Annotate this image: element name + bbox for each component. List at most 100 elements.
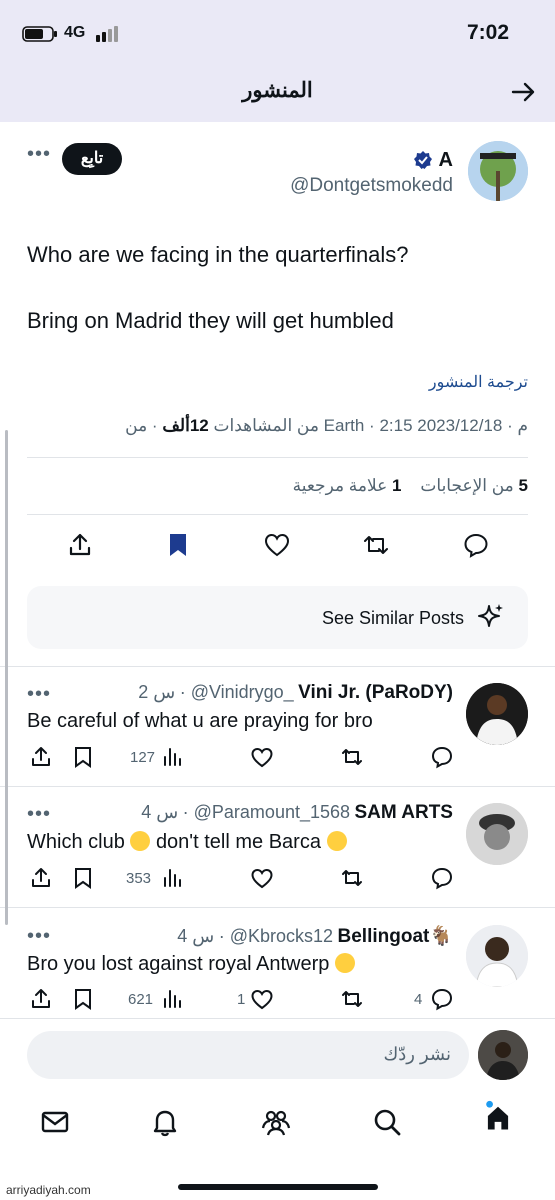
reply-more-icon[interactable]: ••• [27,925,51,948]
current-user-avatar[interactable] [478,1030,528,1080]
reply-text-body: Bro you lost against royal Antwerp [27,953,330,975]
repost-icon[interactable] [340,745,364,769]
divider [0,786,555,787]
follow-button[interactable]: تابِع [62,143,122,175]
bookmarks-label[interactable]: علامة مرجعية [293,476,388,495]
sparkle-icon [478,604,503,627]
reply-icon[interactable] [462,531,490,559]
search-icon[interactable] [371,1106,403,1138]
divider [27,514,528,515]
likes-count[interactable]: 5 [519,476,528,495]
clock: 7:02 [466,21,509,44]
reply-avatar[interactable] [466,925,528,987]
post-text-line-1: Who are we facing in the quarterfinals? [27,242,409,267]
like-icon[interactable] [250,745,274,769]
reply-header: 2 س · @Vinidrygo_ Vini Jr. (PaRoDY) [138,682,453,703]
divider [0,666,555,667]
crying-emoji-icon [326,831,347,851]
share-icon[interactable] [66,531,94,559]
divider [0,907,555,908]
translate-post-link[interactable]: ترجمة المنشور [429,372,528,392]
reply-time: 4 س [141,802,179,822]
communities-icon[interactable] [260,1106,292,1138]
post-date: 2023/12/18 [417,416,503,435]
post-meta: من المشاهدات 12ألف · من Earth · 2:15 م ·… [125,416,528,435]
scrollbar[interactable] [5,430,8,925]
like-icon[interactable] [263,531,291,559]
composer-placeholder: نشر ردّك [383,1044,451,1064]
reply-author-name[interactable]: Vini Jr. (PaRoDY) [298,682,453,703]
network-label: 4G [64,24,86,41]
post-stats: 5 من الإعجابات 1 علامة مرجعية [293,476,528,496]
back-arrow-icon[interactable] [509,78,537,106]
author-avatar[interactable] [468,141,528,201]
reply-text: Which club don't tell me Barca [27,831,347,854]
views-icon[interactable] [160,745,184,769]
views-count: 12ألف [162,416,209,435]
see-similar-posts-button[interactable]: See Similar Posts [27,586,528,649]
like-icon[interactable] [250,987,274,1011]
reply-avatar[interactable] [466,683,528,745]
reply-more-icon[interactable]: ••• [27,683,51,706]
views-label: من المشاهدات [213,416,319,435]
views-count: 621 [128,991,154,1008]
crying-emoji-icon [130,831,151,851]
author-name[interactable]: A [439,149,453,172]
reply-icon[interactable] [430,745,454,769]
likes-label[interactable]: من الإعجابات [420,476,513,495]
post-text-line-2: Bring on Madrid they will get humbled [27,308,394,333]
bookmark-icon[interactable] [164,531,192,559]
reply-time: 2 س [138,682,176,702]
views-icon[interactable] [160,987,184,1011]
like-icon[interactable] [250,866,274,890]
notifications-icon[interactable] [149,1106,181,1138]
crying-emoji-icon [334,953,355,973]
page-title: المنشور [242,79,313,102]
author-handle[interactable]: @Dontgetsmokedd [290,175,453,197]
battery-icon [22,26,57,42]
repost-icon[interactable] [362,531,390,559]
verified-badge-icon [413,151,432,169]
reply-author-name[interactable]: Bellingoat🐐 [338,926,454,947]
reply-handle[interactable]: @Vinidrygo_ [191,682,294,702]
reply-composer[interactable]: نشر ردّك [27,1031,469,1079]
reply-text-part-1: Which club [27,831,125,853]
repost-icon[interactable] [340,987,364,1011]
reply-icon[interactable] [430,866,454,890]
signal-icon [96,26,118,42]
repost-icon[interactable] [340,866,364,890]
reply-handle[interactable]: @Paramount_1568 [194,802,350,822]
views-icon[interactable] [160,866,184,890]
reply-time: 4 س [177,926,215,946]
more-options-icon[interactable]: ••• [27,143,51,166]
replies-count: 4 [414,991,423,1008]
divider [27,457,528,458]
reply-text-part-2: don't tell me Barca [155,831,321,853]
share-icon[interactable] [29,745,53,769]
reply-more-icon[interactable]: ••• [27,803,51,826]
messages-icon[interactable] [39,1106,71,1138]
reply-avatar[interactable] [466,803,528,865]
likes-count: 1 [237,991,246,1008]
reply-text: Bro you lost against royal Antwerp [27,953,355,976]
bookmark-icon[interactable] [71,987,95,1011]
home-icon[interactable] [482,1100,514,1132]
bookmark-icon[interactable] [71,745,95,769]
reply-text: Be careful of what u are praying for bro [27,710,373,732]
share-icon[interactable] [29,987,53,1011]
divider [0,1018,555,1019]
bookmarks-count[interactable]: 1 [392,476,401,495]
views-count: 353 [126,870,152,887]
share-icon[interactable] [29,866,53,890]
reply-author-name[interactable]: SAM ARTS [354,802,453,823]
views-count: 127 [130,749,156,766]
bookmark-icon[interactable] [71,866,95,890]
see-similar-label: See Similar Posts [321,608,464,628]
reply-icon[interactable] [430,987,454,1011]
watermark: arriyadiyah.com [6,1183,91,1197]
reply-header: 4 س · @Kbrocks12 Bellingoat🐐 [177,926,454,947]
home-indicator[interactable] [178,1184,378,1190]
status-bar: 4G 7:02 [0,18,555,48]
reply-handle[interactable]: @Kbrocks12 [230,926,333,946]
reply-header: 4 س · @Paramount_1568 SAM ARTS [141,802,453,823]
